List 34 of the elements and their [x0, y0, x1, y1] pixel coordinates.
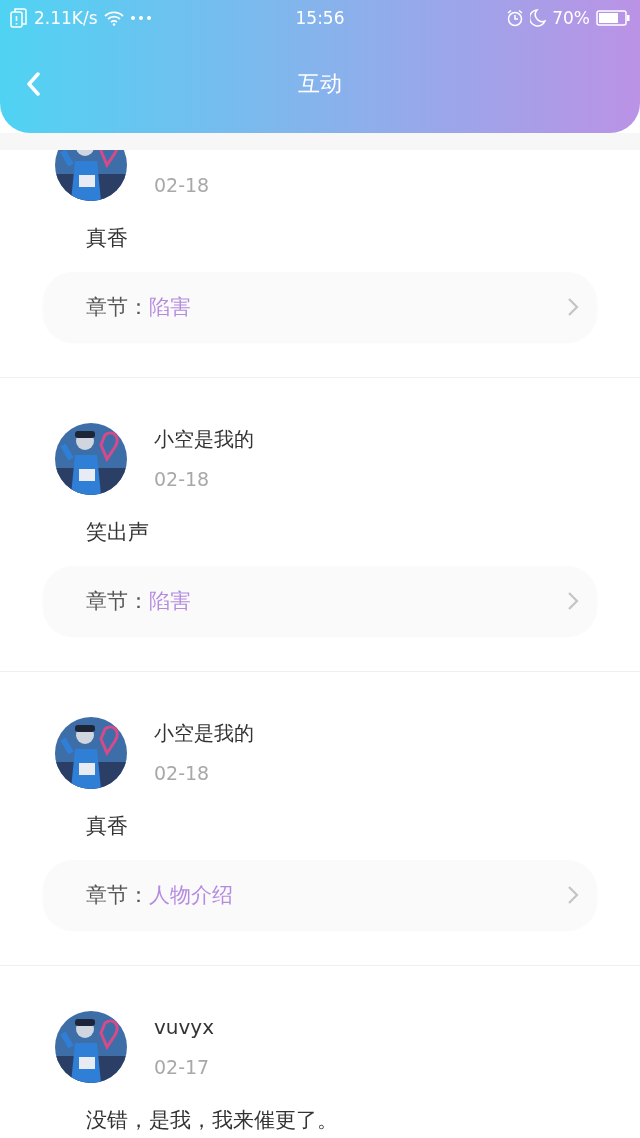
moon-icon	[530, 8, 547, 27]
chapter-label: 章节：	[86, 294, 149, 321]
page-title: 互动	[298, 70, 342, 98]
chapter-label: 章节：	[86, 588, 149, 615]
chevron-right-icon	[567, 885, 579, 905]
chapter-name: 陷害	[149, 588, 192, 615]
chapter-name: 陷害	[149, 294, 192, 321]
battery-percent: 70%	[552, 7, 590, 28]
comment-date: 02-17	[154, 1055, 211, 1079]
chapter-link[interactable]: 章节：陷害	[43, 272, 597, 342]
user-name: 小空是我的	[154, 721, 254, 745]
network-speed: 2.11K/s	[34, 7, 98, 28]
user-name: 小空是我的	[154, 427, 254, 451]
sim-card-icon	[10, 7, 28, 28]
comment-date: 02-18	[154, 761, 211, 785]
battery-icon	[596, 9, 630, 26]
chevron-right-icon	[567, 297, 579, 317]
chapter-label: 章节：	[86, 882, 149, 909]
comment-text: 真香	[86, 225, 129, 252]
comment-date: 02-18	[154, 467, 211, 491]
user-name: vuvyx	[154, 1015, 215, 1039]
chapter-name: 人物介绍	[149, 882, 234, 909]
comment-text: 没错，是我，我来催更了。	[86, 1107, 339, 1134]
more-icon	[129, 14, 152, 21]
alarm-icon	[506, 8, 525, 27]
chapter-link[interactable]: 章节：陷害	[43, 566, 597, 636]
chevron-right-icon	[567, 591, 579, 611]
back-icon	[26, 72, 40, 96]
wifi-icon	[103, 9, 124, 26]
chapter-link[interactable]: 章节：人物介绍	[43, 860, 597, 930]
clock-time: 15:56	[295, 7, 345, 28]
comment-date: 02-18	[154, 173, 210, 197]
comment-text: 笑出声	[86, 519, 150, 546]
comment-text: 真香	[86, 813, 129, 840]
